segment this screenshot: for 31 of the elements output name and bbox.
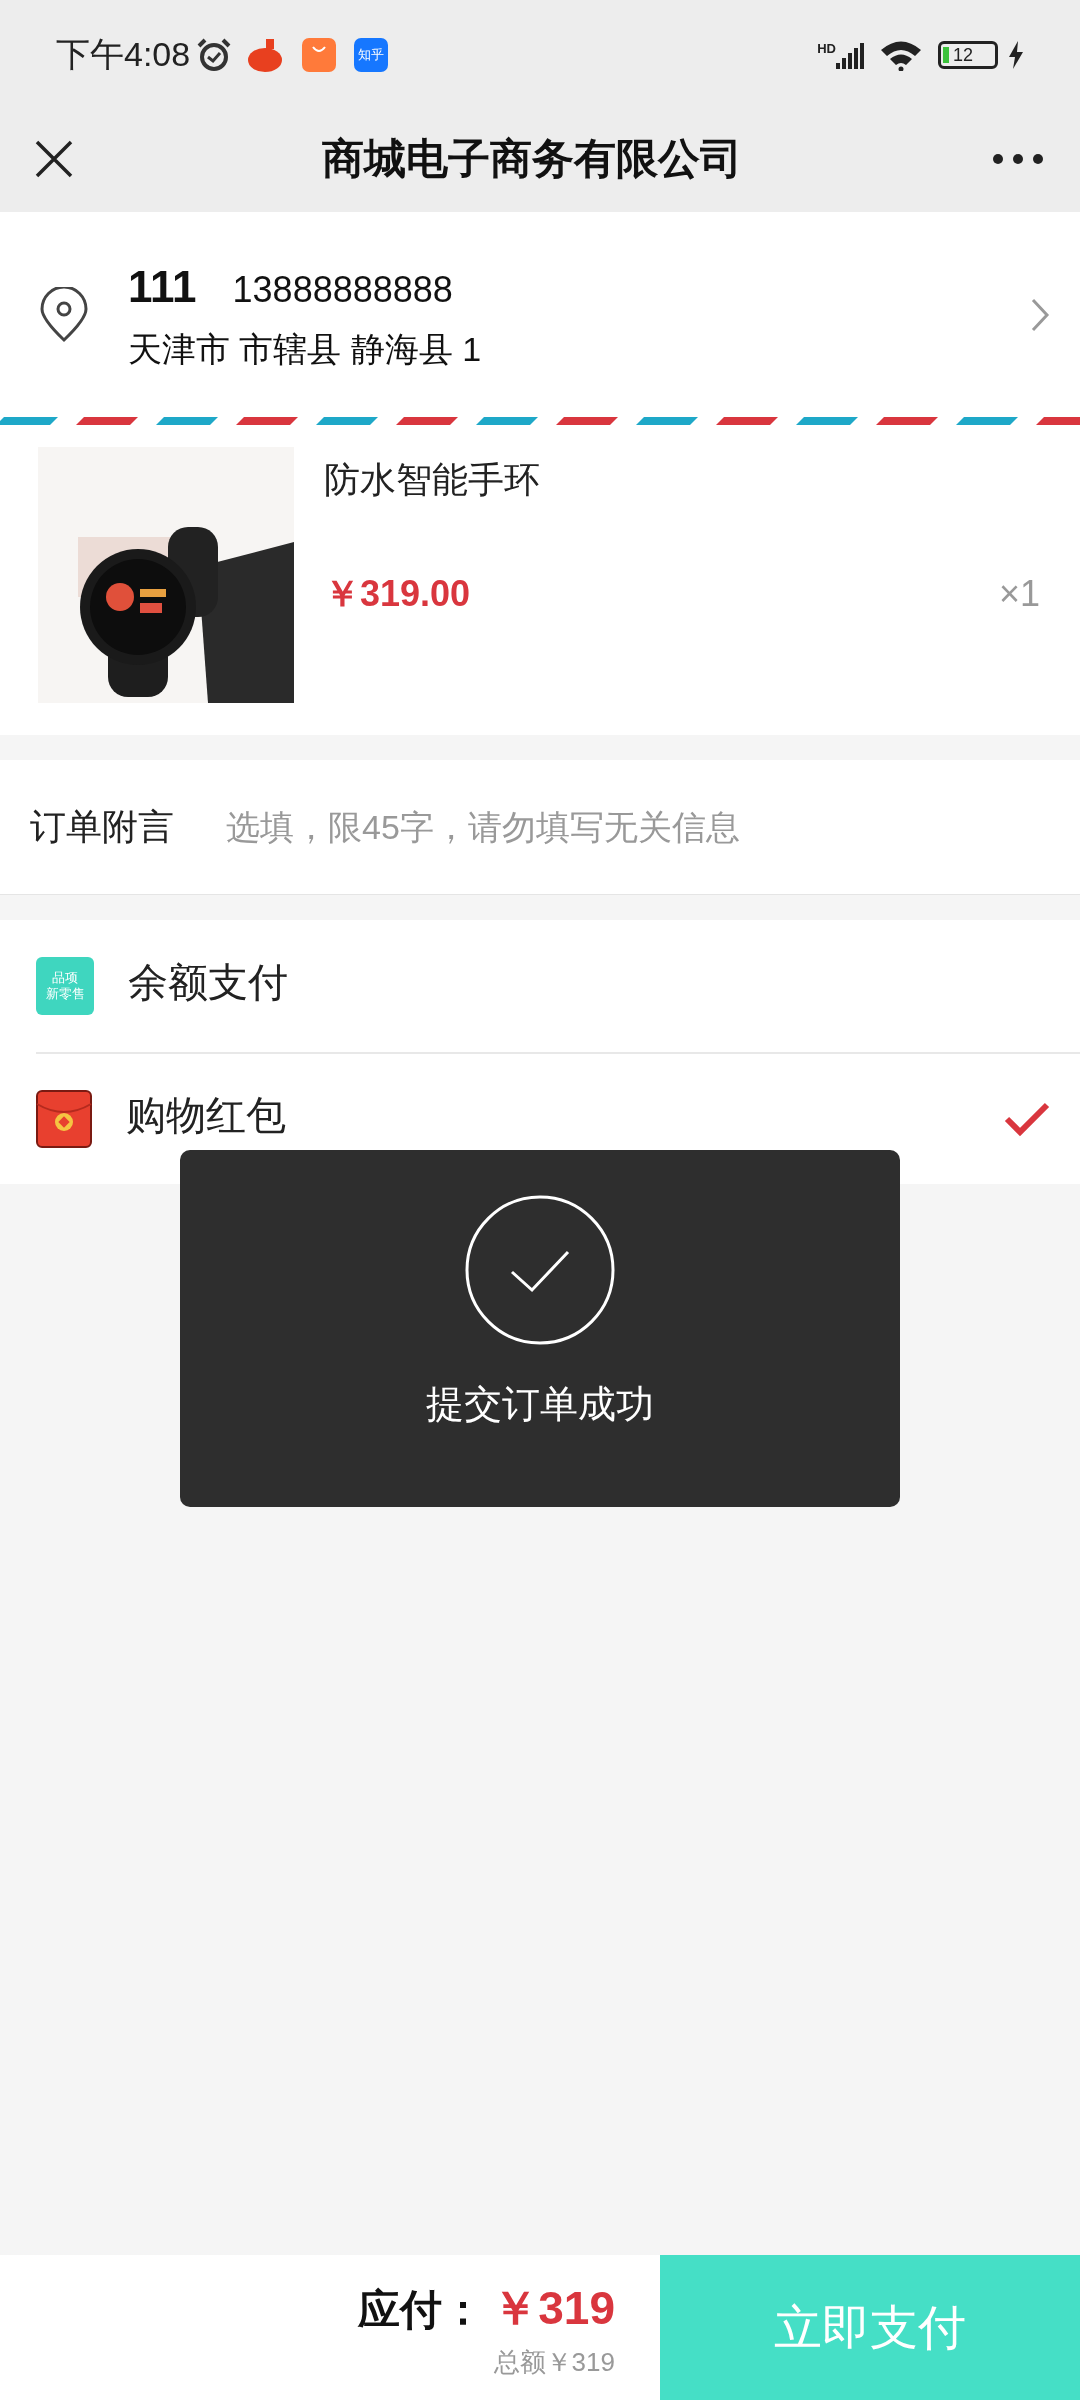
check-circle-icon xyxy=(464,1194,616,1346)
toast-message: 提交订单成功 xyxy=(426,1382,654,1427)
signal-icon xyxy=(836,40,866,69)
battery-indicator: 12 xyxy=(938,40,998,69)
due-label: 应付： xyxy=(358,2284,485,2335)
network-type: HD xyxy=(817,39,836,58)
chevron-right-icon xyxy=(1030,296,1050,333)
shopping-bag-app-icon xyxy=(302,37,337,72)
note-field[interactable]: 选填，限45字，请勿填写无关信息 xyxy=(226,760,1080,895)
status-time: 下午4:08 xyxy=(56,34,191,75)
payment-label: 购物红包 xyxy=(126,1092,287,1138)
product-price: ￥319.00 xyxy=(324,572,471,616)
location-pin-icon xyxy=(38,286,90,343)
address-text: 天津市 市辖县 静海县 1 xyxy=(128,329,483,370)
envelope-icon xyxy=(36,1090,92,1148)
note-label: 订单附言 xyxy=(0,760,226,895)
app-logo-icon: 品项 新零售 xyxy=(36,957,94,1015)
product-quantity: ×1 xyxy=(998,572,1040,616)
page-title: 商城电子商务有限公司 xyxy=(321,134,743,184)
product-name: 防水智能手环 xyxy=(324,458,541,502)
charging-icon xyxy=(1008,40,1024,69)
recipient-phone: 13888888888 xyxy=(232,268,453,312)
due-amount: ￥319 xyxy=(492,2280,615,2336)
checkmark-icon xyxy=(1004,1101,1050,1137)
recipient-name: 111 xyxy=(128,261,197,313)
address-card[interactable]: 111 13888888888 天津市 市辖县 静海县 1 xyxy=(0,212,1080,417)
app-badge: 知乎 xyxy=(354,37,389,72)
close-button[interactable] xyxy=(34,138,74,179)
alarm-clock-icon xyxy=(196,36,233,73)
total-amount: 总额￥319 xyxy=(493,2345,615,2379)
payment-label: 余额支付 xyxy=(128,959,289,1005)
